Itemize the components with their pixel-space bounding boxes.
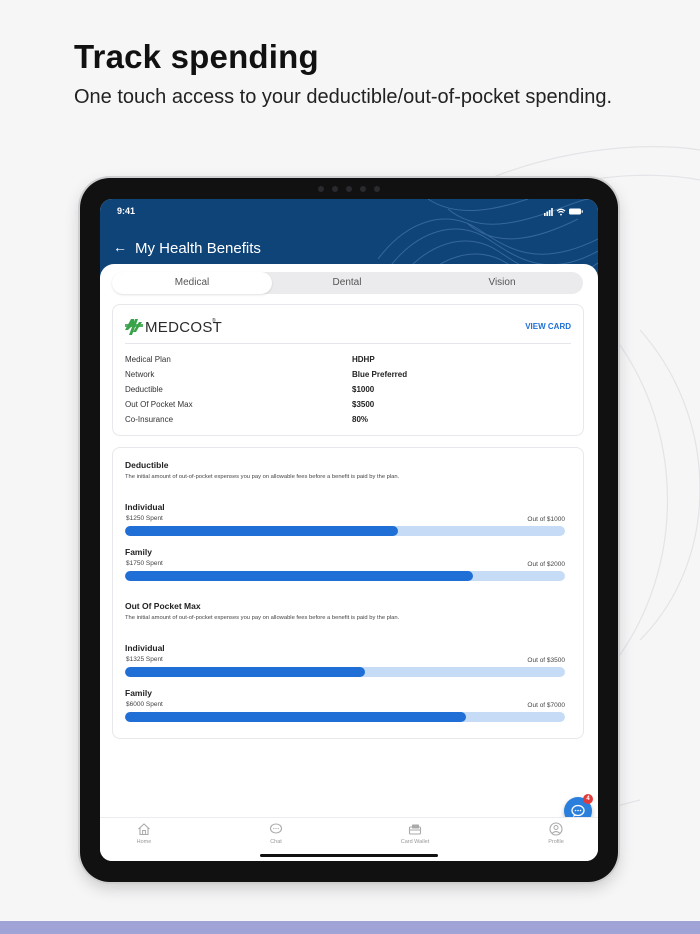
status-icons: [544, 208, 583, 216]
oop-individual-outof: Out of $3500: [527, 657, 565, 664]
camera-dot: [374, 186, 380, 192]
deductible-family-progress: [125, 571, 565, 581]
deductible-family-title: Family: [125, 547, 152, 557]
status-time: 9:41: [117, 206, 136, 216]
deductible-individual-title: Individual: [125, 502, 165, 512]
benefits-tabs: Medical Dental Vision: [112, 272, 583, 294]
nav-item-chat[interactable]: Chat: [241, 822, 311, 845]
row-value-network: Blue Preferred: [352, 370, 408, 379]
progress-fill: [125, 571, 473, 581]
promo-title: Track spending: [74, 38, 319, 75]
deductible-individual-spent: $1250 Spent: [126, 515, 163, 522]
home-icon: [138, 823, 150, 836]
card-wallet-icon: [408, 824, 422, 835]
signal-icon: [544, 208, 553, 216]
camera-dot: [318, 186, 324, 192]
main-content: Medical Dental Vision MEDCOST ® VIEW CAR…: [100, 264, 598, 824]
profile-icon: [549, 822, 563, 836]
oop-description: The initial amount of out-of-pocket expe…: [125, 615, 400, 621]
deductible-family-spent: $1750 Spent: [126, 560, 163, 567]
tab-vision[interactable]: Vision: [422, 272, 582, 294]
promo-subtitle: One touch access to your deductible/out-…: [74, 86, 613, 108]
camera-dot: [360, 186, 366, 192]
oop-family-progress: [125, 712, 565, 722]
camera-bar: [316, 184, 386, 194]
chat-bubble-icon: [571, 804, 585, 817]
back-arrow-icon[interactable]: ←: [113, 239, 127, 255]
deductible-individual-outof: Out of $1000: [527, 516, 565, 523]
row-value-coinsurance: 80%: [352, 415, 369, 424]
row-value-deductible: $1000: [352, 385, 375, 394]
nav-label-chat: Chat: [270, 839, 282, 845]
tablet-device-frame: 9:41 ← My Health Benefits Medical Dental…: [80, 178, 618, 882]
trademark-mark: ®: [212, 318, 216, 324]
spending-progress-card: Deductible The initial amount of out-of-…: [112, 447, 584, 739]
tab-medical[interactable]: Medical: [112, 272, 272, 294]
row-label-deductible: Deductible: [125, 385, 163, 394]
chat-icon: [269, 823, 283, 834]
medcost-logo-icon: [125, 319, 143, 335]
nav-item-profile[interactable]: Profile: [521, 822, 591, 845]
progress-fill: [125, 712, 466, 722]
oop-section-title: Out Of Pocket Max: [125, 601, 201, 611]
page-title: My Health Benefits: [135, 240, 261, 257]
oop-family-title: Family: [125, 688, 152, 698]
medcost-logo-text: MEDCOST: [145, 319, 223, 336]
oop-family-outof: Out of $7000: [527, 702, 565, 709]
row-label-oop-max: Out Of Pocket Max: [125, 400, 193, 409]
deductible-individual-progress: [125, 526, 565, 536]
nav-label-home: Home: [136, 839, 152, 845]
camera-dot: [332, 186, 338, 192]
notification-badge: 4: [583, 794, 593, 804]
oop-individual-progress: [125, 667, 565, 677]
home-indicator[interactable]: [260, 854, 438, 857]
plan-summary-card: MEDCOST ® VIEW CARD Medical Plan HDHP Ne…: [112, 304, 584, 436]
row-value-oop-max: $3500: [352, 400, 375, 409]
divider: [125, 343, 571, 344]
deductible-description: The initial amount of out-of-pocket expe…: [125, 474, 400, 480]
row-label-medical-plan: Medical Plan: [125, 355, 171, 364]
battery-icon: [569, 208, 583, 215]
camera-dot: [346, 186, 352, 192]
bottom-color-band: [0, 921, 700, 934]
nav-item-card-wallet[interactable]: Card Wallet: [380, 822, 450, 845]
deductible-section-title: Deductible: [125, 460, 169, 470]
view-card-link[interactable]: VIEW CARD: [525, 322, 571, 331]
oop-family-spent: $6000 Spent: [126, 701, 163, 708]
deductible-family-outof: Out of $2000: [527, 561, 565, 568]
tab-dental[interactable]: Dental: [272, 272, 422, 294]
row-value-medical-plan: HDHP: [352, 355, 375, 364]
wifi-icon: [556, 208, 566, 214]
row-label-network: Network: [125, 370, 155, 379]
app-screen: 9:41 ← My Health Benefits Medical Dental…: [100, 199, 598, 861]
oop-individual-title: Individual: [125, 643, 165, 653]
oop-individual-spent: $1325 Spent: [126, 656, 163, 663]
row-label-coinsurance: Co-Insurance: [125, 415, 174, 424]
progress-fill: [125, 667, 365, 677]
progress-fill: [125, 526, 398, 536]
nav-label-profile: Profile: [548, 839, 564, 845]
nav-item-home[interactable]: Home: [109, 822, 179, 845]
nav-label-card-wallet: Card Wallet: [400, 839, 430, 845]
